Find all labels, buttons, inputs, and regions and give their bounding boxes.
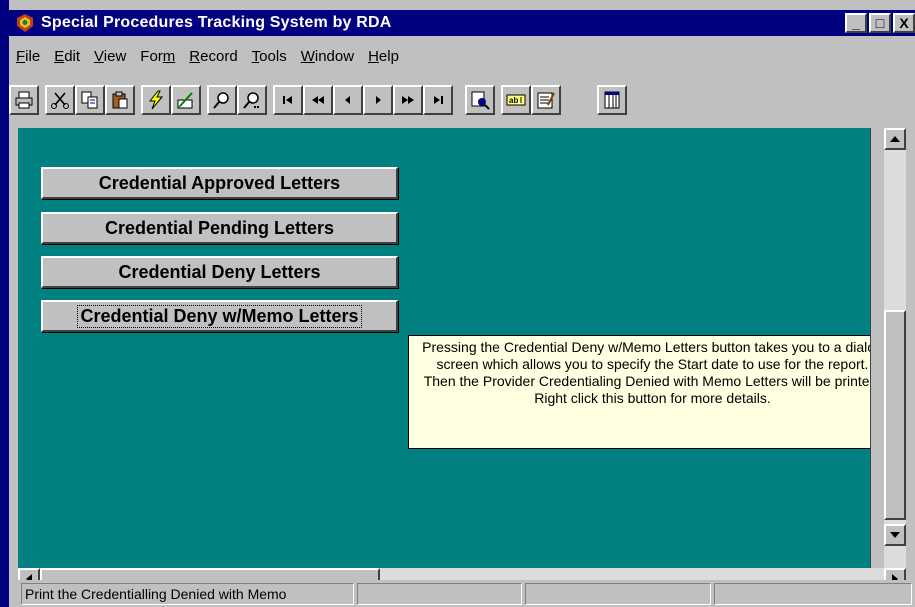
cut-icon	[51, 92, 69, 109]
menu-view[interactable]: View	[87, 48, 133, 65]
credential-approved-letters-button[interactable]: Credential Approved Letters	[41, 167, 398, 199]
scroll-down-button[interactable]	[884, 524, 906, 546]
vertical-scroll-thumb[interactable]	[884, 310, 906, 520]
previous-record-button[interactable]	[333, 85, 363, 115]
copy-icon	[81, 91, 98, 109]
app-window: Special Procedures Tracking System by RD…	[9, 0, 915, 607]
next-record-button[interactable]	[363, 85, 393, 115]
properties-icon	[537, 92, 555, 109]
credential-deny-letters-button[interactable]: Credential Deny Letters	[41, 256, 398, 288]
next-record-icon	[376, 96, 381, 104]
binoculars-icon	[471, 91, 490, 110]
find-button[interactable]	[207, 85, 237, 115]
tooltip: Pressing the Credential Deny w/Memo Lett…	[408, 335, 897, 449]
fast-forward-button[interactable]	[393, 85, 423, 115]
menu-record[interactable]: Record	[182, 48, 244, 65]
vertical-scrollbar[interactable]	[884, 128, 906, 568]
field-list-icon: ab	[506, 94, 526, 106]
design-view-button[interactable]	[171, 85, 201, 115]
menu-form[interactable]: Form	[133, 48, 182, 65]
minimize-button[interactable]: _	[845, 13, 867, 33]
copy-button[interactable]	[75, 85, 105, 115]
preview-button[interactable]	[465, 85, 495, 115]
menu-tools[interactable]: Tools	[245, 48, 294, 65]
find-next-icon	[243, 92, 259, 109]
scroll-up-button[interactable]	[884, 128, 906, 150]
credential-deny-memo-label: Credential Deny w/Memo Letters	[77, 304, 362, 328]
form-canvas: Credential Approved Letters Credential P…	[18, 128, 897, 568]
lightning-icon	[148, 90, 164, 110]
minimize-icon: _	[852, 15, 860, 31]
paste-button[interactable]	[105, 85, 135, 115]
menu-bar: File Edit View Form Record Tools Window …	[9, 44, 406, 68]
print-icon	[15, 91, 33, 109]
credential-deny-memo-letters-button[interactable]: Credential Deny w/Memo Letters	[41, 300, 398, 332]
paste-icon	[112, 91, 128, 109]
field-list-button[interactable]: ab	[501, 85, 531, 115]
find-icon	[213, 92, 229, 109]
desktop-edge	[0, 0, 9, 607]
first-record-icon	[283, 96, 292, 104]
find-next-button[interactable]	[237, 85, 267, 115]
first-record-button[interactable]	[273, 85, 303, 115]
close-button[interactable]: X	[893, 13, 915, 33]
fast-forward-icon	[402, 96, 414, 104]
database-window-button[interactable]	[597, 85, 627, 115]
print-button[interactable]	[9, 85, 39, 115]
form-view-button[interactable]	[141, 85, 171, 115]
toolbar: ab	[9, 85, 915, 119]
status-panel-4	[714, 583, 912, 605]
menu-window[interactable]: Window	[294, 48, 361, 65]
app-logo-icon	[17, 14, 33, 32]
status-bar: Print the Credentialling Denied with Mem…	[9, 580, 915, 607]
menu-help[interactable]: Help	[361, 48, 406, 65]
properties-button[interactable]	[531, 85, 561, 115]
status-message: Print the Credentialling Denied with Mem…	[21, 583, 354, 605]
menu-edit[interactable]: Edit	[47, 48, 87, 65]
arrow-up-icon	[890, 136, 900, 142]
title-bar[interactable]: Special Procedures Tracking System by RD…	[9, 10, 915, 36]
last-record-button[interactable]	[423, 85, 453, 115]
rewind-button[interactable]	[303, 85, 333, 115]
restore-icon: □	[875, 15, 885, 31]
status-panel-2	[357, 583, 522, 605]
last-record-icon	[434, 96, 443, 104]
form-edge	[870, 128, 884, 568]
database-window-icon	[604, 91, 620, 109]
credential-pending-letters-button[interactable]: Credential Pending Letters	[41, 212, 398, 244]
rewind-icon	[312, 96, 324, 104]
svg-text:ab: ab	[509, 96, 518, 105]
status-panel-3	[525, 583, 711, 605]
design-icon	[177, 92, 193, 109]
window-title: Special Procedures Tracking System by RD…	[41, 14, 392, 31]
close-icon: X	[899, 15, 909, 31]
previous-record-icon	[345, 96, 350, 104]
cut-button[interactable]	[45, 85, 75, 115]
menu-file[interactable]: File	[9, 48, 47, 65]
restore-button[interactable]: □	[869, 13, 891, 33]
arrow-down-icon	[890, 532, 900, 538]
